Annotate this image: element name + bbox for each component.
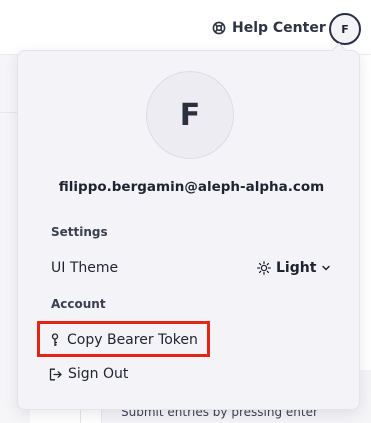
chevron-down-icon [321, 263, 331, 273]
app-page: Submit entries by pressing enter Help Ce… [0, 0, 371, 423]
highlight-box [37, 321, 210, 357]
ui-theme-label: UI Theme [51, 260, 119, 276]
help-center-link[interactable]: Help Center [212, 19, 326, 37]
account-section-label: Account [51, 297, 106, 311]
profile-avatar: F [146, 71, 234, 159]
help-center-label: Help Center [232, 20, 326, 36]
lifebuoy-icon [212, 21, 226, 35]
user-email: filippo.bergamin@aleph-alpha.com [58, 179, 325, 195]
sign-out-icon [49, 368, 62, 381]
sign-out-label: Sign Out [68, 366, 129, 382]
sign-out-button[interactable]: Sign Out [49, 364, 128, 384]
theme-value: Light [276, 260, 317, 276]
settings-section-label: Settings [51, 225, 108, 239]
sun-icon [257, 261, 271, 275]
theme-select[interactable]: Light [257, 259, 331, 277]
user-avatar-button[interactable]: F [329, 13, 361, 45]
